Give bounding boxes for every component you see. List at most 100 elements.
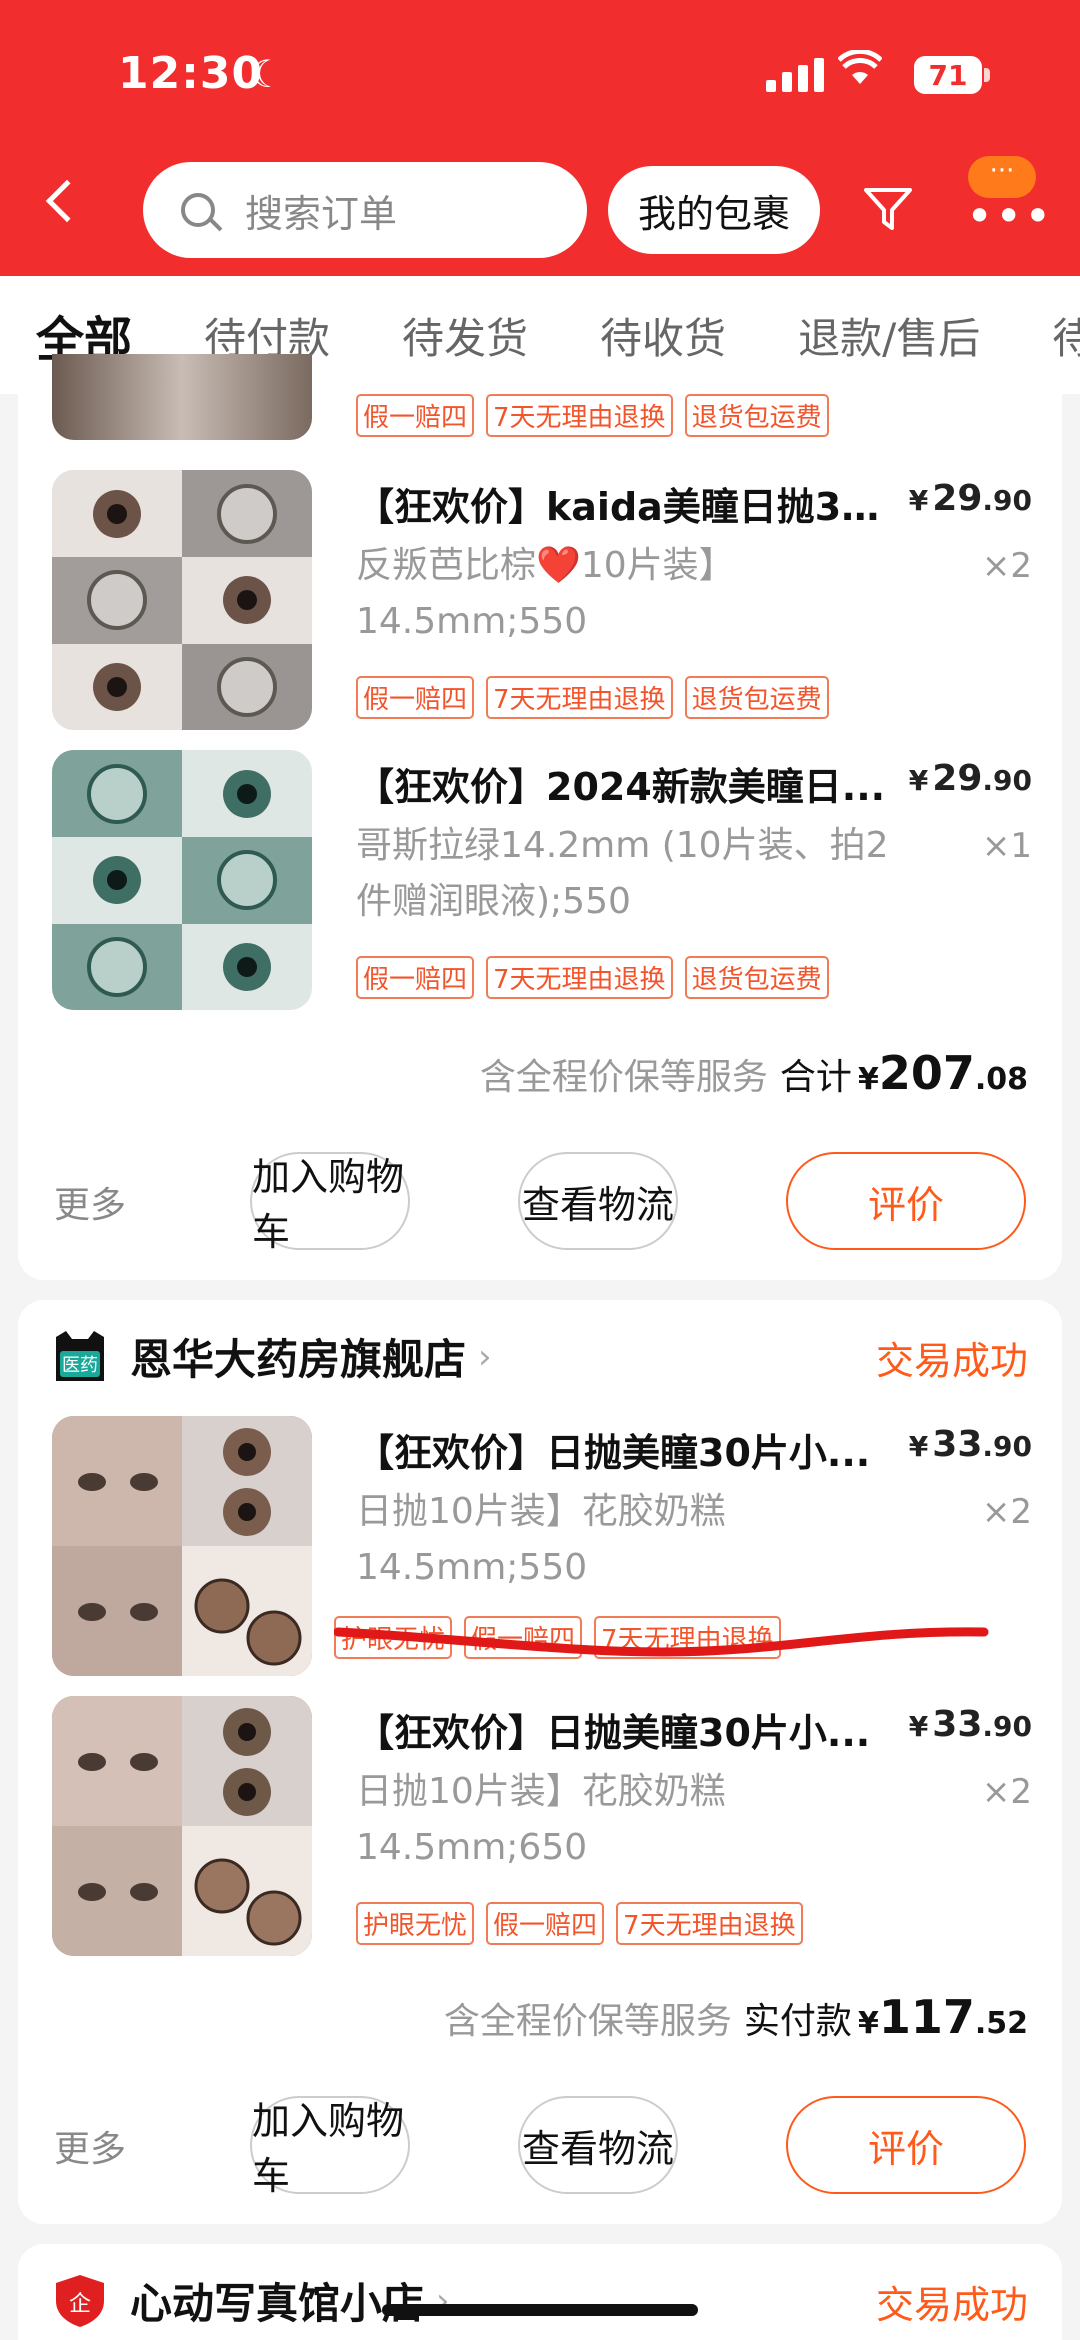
service-tags: 假一赔四 7天无理由退换 退货包运费 [356,676,841,719]
review-button[interactable]: 评价 [786,2096,1026,2194]
product-spec: 日抛10片装】花胶奶糕 14.5mm;550 [356,1491,726,1588]
service-tag: 假一赔四 [356,394,475,437]
price-integer: 29 [932,478,983,519]
price-decimal: .90 [982,1710,1032,1743]
service-note: 含全程价保等服务 [479,1057,768,1098]
total-label: 实付款 [743,2001,852,2042]
total-decimal: .52 [974,2006,1028,2041]
search-icon [181,193,215,227]
svg-text:企: 企 [69,2292,91,2317]
red-scribble-annotation [334,1627,989,1657]
service-tags: 假一赔四 7天无理由退换 退货包运费 [356,956,841,999]
service-tags: 假一赔四 7天无理由退换 退货包运费 [356,394,841,437]
price-decimal: .90 [982,1430,1032,1463]
total-integer: 117 [878,1990,975,2044]
moon-icon: ☾ [250,52,285,96]
product-price: ¥33.90 [909,1704,1032,1745]
total-integer: 207 [878,1046,975,1100]
signal-icon [766,58,824,92]
chevron-right-icon: › [478,1336,492,1377]
product-thumbnail[interactable] [52,750,312,1010]
service-tag: 退货包运费 [684,956,829,999]
search-input[interactable]: 搜索订单 [143,162,587,258]
service-note: 含全程价保等服务 [443,2001,732,2042]
review-button[interactable]: 评价 [786,1152,1026,1250]
order-card: 企 心动写真馆小店 › 交易成功 [18,2244,1062,2340]
more-dots-icon: ••• [966,189,1054,243]
add-to-cart-button[interactable]: 加入购物车 [250,2096,410,2198]
product-thumbnail[interactable] [52,1416,312,1676]
order-card: 医药 恩华大药房旗舰店 › 交易成功 【狂欢价】日抛美瞳30片小... ¥33.… [18,1300,1062,2224]
store-shield-logo-icon: 企 [52,2273,108,2329]
currency-symbol: ¥ [857,1062,879,1097]
product-spec: 日抛10片装】花胶奶糕 14.5mm;650 [356,1771,726,1868]
product-quantity: ×1 [981,826,1032,866]
battery-icon: 71 [914,56,982,94]
order-status: 交易成功 [875,1339,1028,1383]
price-decimal: .90 [982,764,1032,797]
order-item[interactable]: 【狂欢价】日抛美瞳30片小... ¥33.90 日抛10片装】花胶奶糕 14.5… [52,1696,1032,1956]
tab-pending-review[interactable]: 待评价 [1052,305,1080,366]
tab-pending-receipt[interactable]: 待收货 [600,305,726,366]
currency-symbol: ¥ [908,764,929,797]
more-link[interactable]: 更多 [54,2120,126,2172]
order-total: 含全程价保等服务 合计 ¥207.08 [480,1046,1028,1100]
service-tag: 7天无理由退换 [486,676,673,719]
total-decimal: .08 [974,1062,1028,1097]
service-tag: 7天无理由退换 [616,1902,803,1945]
search-placeholder: 搜索订单 [245,191,398,236]
product-title: 【狂欢价】日抛美瞳30片小... [356,1711,871,1755]
app-header: 12:30 ☾ 71 搜索订单 我的包裹 ··· ••• [0,0,1080,276]
back-icon[interactable] [45,179,89,223]
store-name: 心动写真馆小店 [130,2279,425,2328]
product-price: ¥33.90 [909,1424,1032,1465]
product-title: 【狂欢价】日抛美瞳30片小... [356,1431,871,1475]
product-quantity: ×2 [981,546,1032,586]
order-item[interactable]: 【狂欢价】kaida美瞳日抛30... ¥29.90 反叛芭比棕❤️10片装】 … [52,470,1032,730]
service-tag: 假一赔四 [486,1902,605,1945]
total-label: 合计 [779,1057,852,1098]
order-total: 含全程价保等服务 实付款 ¥117.52 [444,1990,1028,2044]
tab-refund[interactable]: 退款/售后 [798,305,980,366]
product-spec: 反叛芭比棕❤️10片装】 14.5mm;550 [356,545,735,642]
product-title: 【狂欢价】kaida美瞳日抛30... [356,485,896,529]
product-thumbnail[interactable] [52,354,312,440]
product-quantity: ×2 [981,1492,1032,1532]
store-header[interactable]: 企 心动写真馆小店 › [52,2270,450,2331]
view-logistics-button[interactable]: 查看物流 [518,2096,678,2194]
order-item[interactable]: 【狂欢价】2024新款美瞳日... ¥29.90 哥斯拉绿14.2mm (10片… [52,750,1032,1010]
currency-symbol: ¥ [908,484,929,517]
product-quantity: ×2 [981,1772,1032,1812]
product-price: ¥29.90 [909,758,1032,799]
filter-icon[interactable] [862,186,914,232]
product-thumbnail[interactable] [52,470,312,730]
store-badge-label: 医药 [62,1355,98,1376]
price-integer: 29 [932,758,983,799]
product-price: ¥29.90 [909,478,1032,519]
service-tag: 7天无理由退换 [486,956,673,999]
currency-symbol: ¥ [857,2006,879,2041]
pharmacy-logo-icon: 医药 [52,1329,108,1385]
home-indicator[interactable] [382,2304,698,2316]
order-item[interactable]: 【狂欢价】日抛美瞳30片小... ¥33.90 日抛10片装】花胶奶糕 14.5… [52,1416,1032,1676]
store-name: 恩华大药房旗舰店 [130,1335,467,1384]
order-status: 交易成功 [875,2283,1028,2327]
my-parcels-button[interactable]: 我的包裹 [608,166,820,254]
product-thumbnail[interactable] [52,1696,312,1956]
battery-nub [984,68,990,82]
store-header[interactable]: 医药 恩华大药房旗舰店 › [52,1326,492,1387]
add-to-cart-button[interactable]: 加入购物车 [250,1152,410,1254]
service-tag: 假一赔四 [356,956,475,999]
view-logistics-button[interactable]: 查看物流 [518,1152,678,1250]
price-integer: 33 [932,1424,983,1465]
more-link[interactable]: 更多 [54,1176,126,1228]
product-title: 【狂欢价】2024新款美瞳日... [356,765,886,809]
currency-symbol: ¥ [908,1710,929,1743]
price-integer: 33 [932,1704,983,1745]
more-menu-button[interactable]: ··· ••• [966,150,1051,239]
service-tag: 退货包运费 [684,394,829,437]
service-tags: 护眼无忧 假一赔四 7天无理由退换 [356,1902,815,1945]
service-tag: 7天无理由退换 [486,394,673,437]
tab-pending-shipment[interactable]: 待发货 [402,305,528,366]
currency-symbol: ¥ [908,1430,929,1463]
